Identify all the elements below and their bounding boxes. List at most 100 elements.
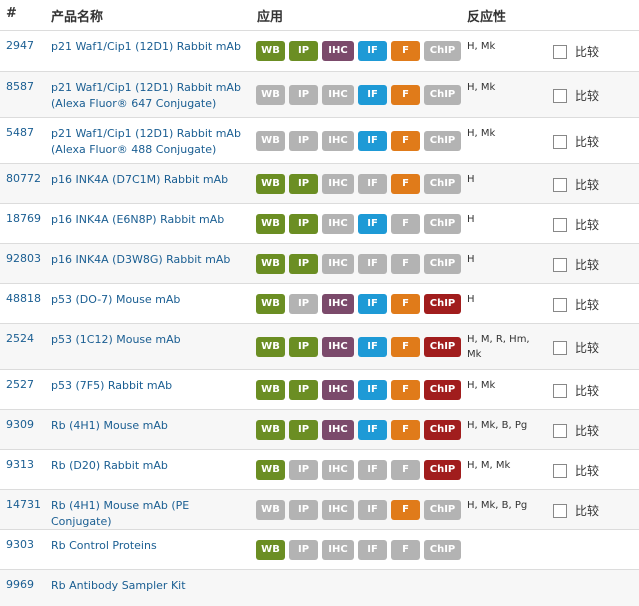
application-badges: WB IP IHC IF F ChIP (256, 131, 461, 151)
product-name-line: p21 Waf1/Cip1 (12D1) Rabbit mAb (51, 81, 241, 94)
product-name-link[interactable]: p53 (1C12) Mouse mAb (51, 332, 251, 348)
catalog-number-link[interactable]: 2527 (6, 378, 34, 391)
checkbox-box[interactable] (553, 44, 567, 59)
product-name-link[interactable]: Rb Antibody Sampler Kit (51, 578, 251, 594)
compare-label: 比较 (575, 504, 600, 518)
product-name-link[interactable]: Rb (4H1) Mouse mAb (PE Conjugate) (51, 498, 251, 530)
compare-checkbox[interactable]: 比较 (553, 256, 599, 273)
compare-label: 比较 (575, 178, 600, 192)
product-table: 2947 p21 Waf1/Cip1 (12D1) Rabbit mAb WB IP I… (0, 30, 639, 606)
app-badge-wb: WB (256, 380, 285, 400)
catalog-number-link[interactable]: 92803 (6, 252, 41, 265)
compare-checkbox[interactable]: 比较 (553, 462, 599, 479)
product-name-link[interactable]: Rb (4H1) Mouse mAb (51, 418, 251, 434)
compare-checkbox[interactable]: 比较 (553, 176, 599, 193)
app-badge-ip: IP (289, 337, 318, 357)
catalog-number-link[interactable]: 9313 (6, 458, 34, 471)
checkbox-box[interactable] (553, 503, 567, 518)
compare-label: 比较 (575, 424, 600, 438)
product-name-link[interactable]: p21 Waf1/Cip1 (12D1) Rabbit mAb (51, 39, 251, 55)
compare-checkbox[interactable]: 比较 (553, 339, 599, 356)
checkbox-box[interactable] (553, 217, 567, 232)
compare-checkbox[interactable]: 比较 (553, 87, 599, 104)
catalog-number-link[interactable]: 48818 (6, 292, 41, 305)
checkbox-box[interactable] (553, 383, 567, 398)
app-badge-ip: IP (289, 174, 318, 194)
product-name-line: p16 INK4A (D7C1M) Rabbit mAb (51, 173, 229, 186)
catalog-number-link[interactable]: 8587 (6, 80, 34, 93)
checkbox-box[interactable] (553, 177, 567, 192)
app-badge-chip: ChIP (424, 214, 461, 234)
app-badge-ip: IP (289, 294, 318, 314)
catalog-number-link[interactable]: 2947 (6, 39, 34, 52)
app-badge-if: IF (358, 214, 387, 234)
table-row: 48818 p53 (DO-7) Mouse mAb WB IP IHC IF F ChIP H… (0, 283, 639, 323)
compare-checkbox[interactable]: 比较 (553, 216, 599, 233)
compare-checkbox[interactable]: 比较 (553, 382, 599, 399)
reactivity-text: H, Mk (467, 126, 547, 141)
app-badge-f: F (391, 85, 420, 105)
product-name-link[interactable]: p21 Waf1/Cip1 (12D1) Rabbit mAb (Alexa Fl… (51, 80, 251, 112)
product-name-line: p53 (7F5) Rabbit mAb (51, 379, 173, 392)
application-badges: WB IP IHC IF F ChIP (256, 420, 461, 440)
application-badges: WB IP IHC IF F ChIP (256, 254, 461, 274)
table-row: 92803 p16 INK4A (D3W8G) Rabbit mAb WB IP IHC… (0, 243, 639, 283)
product-name-link[interactable]: p53 (7F5) Rabbit mAb (51, 378, 251, 394)
app-badge-ip: IP (289, 214, 318, 234)
checkbox-box[interactable] (553, 134, 567, 149)
reactivity-line: H (467, 294, 475, 305)
product-name-link[interactable]: p53 (DO-7) Mouse mAb (51, 292, 251, 308)
checkbox-box[interactable] (553, 340, 567, 355)
reactivity-text: H (467, 292, 547, 307)
app-badge-ihc: IHC (322, 460, 354, 480)
app-badge-f: F (391, 337, 420, 357)
table-row: 5487 p21 Waf1/Cip1 (12D1) Rabbit mAb (Alex… (0, 117, 639, 163)
app-badge-ihc: IHC (322, 214, 354, 234)
product-name-link[interactable]: p16 INK4A (E6N8P) Rabbit mAb (51, 212, 251, 228)
app-badge-chip: ChIP (424, 420, 461, 440)
catalog-number-link[interactable]: 18769 (6, 212, 41, 225)
checkbox-box[interactable] (553, 88, 567, 103)
checkbox-box[interactable] (553, 297, 567, 312)
catalog-number-link[interactable]: 5487 (6, 126, 34, 139)
compare-checkbox[interactable]: 比较 (553, 502, 599, 519)
reactivity-line: H, Mk (467, 380, 496, 391)
compare-label: 比较 (575, 218, 600, 232)
catalog-number-link[interactable]: 80772 (6, 172, 41, 185)
compare-checkbox[interactable]: 比较 (553, 422, 599, 439)
compare-checkbox[interactable]: 比较 (553, 133, 599, 150)
app-badge-ip: IP (289, 460, 318, 480)
compare-checkbox[interactable]: 比较 (553, 296, 599, 313)
app-badge-f: F (391, 174, 420, 194)
app-badge-if: IF (358, 380, 387, 400)
product-name-link[interactable]: p16 INK4A (D7C1M) Rabbit mAb (51, 172, 251, 188)
checkbox-box[interactable] (553, 257, 567, 272)
product-name-link[interactable]: Rb (D20) Rabbit mAb (51, 458, 251, 474)
table-row: 2524 p53 (1C12) Mouse mAb WB IP IHC IF F ChIP H,… (0, 323, 639, 369)
app-badge-chip: ChIP (424, 500, 461, 520)
app-badge-if: IF (358, 41, 387, 61)
product-name-link[interactable]: p21 Waf1/Cip1 (12D1) Rabbit mAb (Alexa Fl… (51, 126, 251, 158)
reactivity-text: H, Mk, B, Pg (467, 498, 547, 513)
product-name-link[interactable]: p16 INK4A (D3W8G) Rabbit mAb (51, 252, 251, 268)
catalog-number-link[interactable]: 9309 (6, 418, 34, 431)
app-badge-ihc: IHC (322, 41, 354, 61)
reactivity-text: H, Mk (467, 378, 547, 393)
catalog-number-link[interactable]: 2524 (6, 332, 34, 345)
checkbox-box[interactable] (553, 463, 567, 478)
app-badge-ip: IP (289, 41, 318, 61)
product-name-link[interactable]: Rb Control Proteins (51, 538, 251, 554)
catalog-number-link[interactable]: 9303 (6, 538, 34, 551)
product-name-line2: (Alexa Fluor® 488 Conjugate) (51, 143, 217, 156)
compare-label: 比较 (575, 298, 600, 312)
application-badges: WB IP IHC IF F ChIP (256, 500, 461, 520)
reactivity-line: H, Mk, B, Pg (467, 420, 528, 431)
catalog-number-link[interactable]: 14731 (6, 498, 41, 511)
checkbox-box[interactable] (553, 423, 567, 438)
product-name-line: p16 INK4A (E6N8P) Rabbit mAb (51, 213, 225, 226)
table-row: 14731 Rb (4H1) Mouse mAb (PE Conjugate) WB… (0, 489, 639, 529)
application-badges: WB IP IHC IF F ChIP (256, 294, 461, 314)
compare-checkbox[interactable]: 比较 (553, 43, 599, 60)
app-badge-chip: ChIP (424, 85, 461, 105)
catalog-number-link[interactable]: 9969 (6, 578, 34, 591)
